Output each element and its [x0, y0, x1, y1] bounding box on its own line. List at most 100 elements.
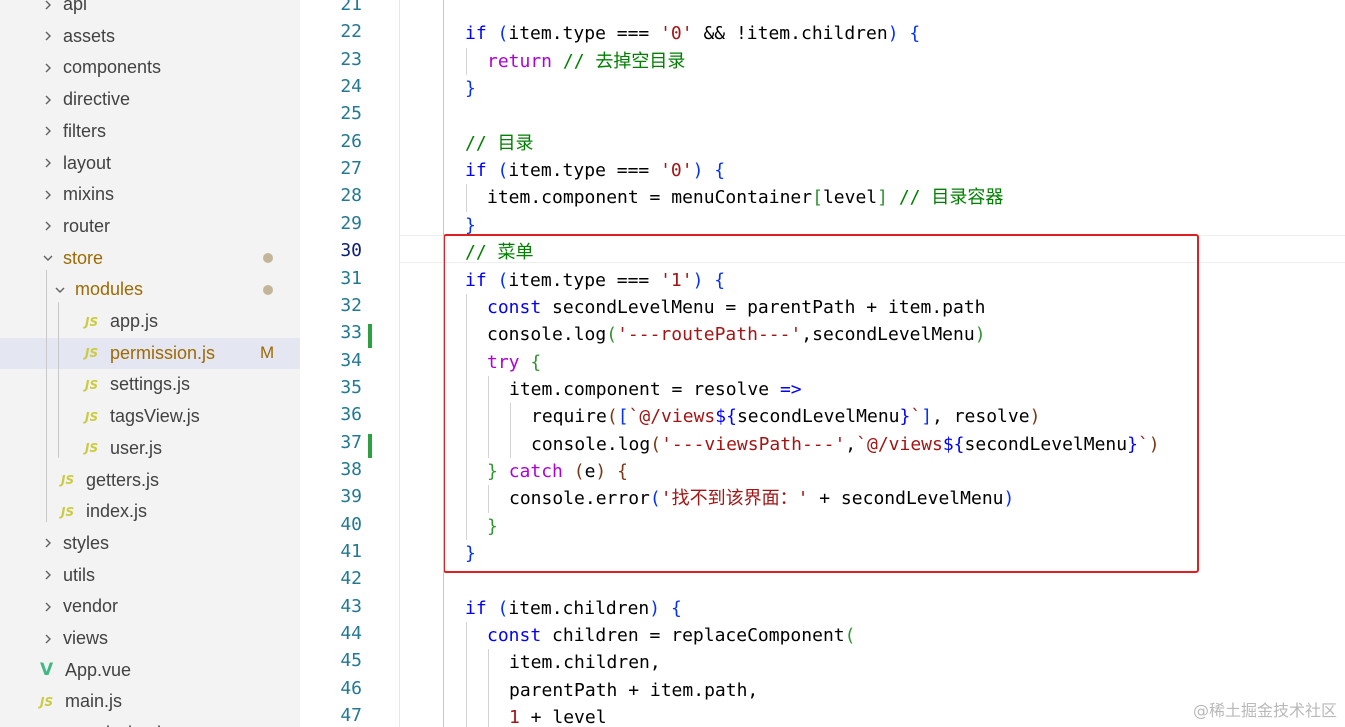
watermark: @稀土掘金技术社区: [1192, 701, 1337, 720]
code-line[interactable]: item.component = menuContainer[level] //…: [487, 184, 1003, 211]
vue-file-icon: V: [40, 660, 54, 681]
explorer-item-label: vendor: [63, 596, 119, 617]
chevron-down-icon[interactable]: [40, 248, 56, 268]
explorer-item-label: modules: [75, 279, 144, 300]
explorer-item[interactable]: assets: [0, 21, 300, 52]
explorer-item[interactable]: JS index.js: [0, 496, 300, 527]
chevron-right-icon[interactable]: [40, 565, 56, 585]
line-number: 47: [340, 705, 362, 727]
code-line[interactable]: const children = replaceComponent(: [487, 622, 855, 649]
chevron-right-icon[interactable]: [40, 185, 56, 205]
explorer-item[interactable]: layout: [0, 148, 300, 179]
code-token: ): [649, 597, 661, 619]
code-line[interactable]: item.children,: [509, 649, 661, 676]
explorer-item[interactable]: directive: [0, 84, 300, 115]
indent-guide: [466, 676, 467, 705]
code-line[interactable]: 1 + level: [509, 704, 607, 727]
indent-guide: [488, 430, 489, 458]
explorer-item[interactable]: vendor: [0, 591, 300, 622]
explorer-item[interactable]: JS permission.js M: [0, 337, 300, 369]
code-line[interactable]: // 目录: [465, 130, 534, 157]
explorer-item[interactable]: JS settings.js: [0, 369, 300, 400]
code-line[interactable]: }: [465, 75, 476, 102]
explorer-item-label: main.js: [65, 691, 123, 712]
explorer-item-label: router: [63, 215, 111, 236]
js-file-icon: JS: [85, 377, 99, 392]
code-line[interactable]: if (item.children) {: [465, 595, 682, 622]
explorer-item[interactable]: JSpermission.js: [0, 718, 300, 727]
chevron-right-icon[interactable]: [40, 26, 56, 46]
explorer-item[interactable]: filters: [0, 116, 300, 147]
explorer-item[interactable]: V App.vue: [0, 655, 300, 686]
code-token: item.children: [508, 597, 650, 619]
code-editor[interactable]: 21 22 23 24 25 26 27 28 29 30 31 32 33 34 35 36 37 38 39 40…: [300, 0, 1345, 727]
line-number: 30: [340, 240, 362, 262]
explorer-item[interactable]: store: [0, 243, 300, 274]
modified-dot: [263, 253, 273, 264]
code-line[interactable]: parentPath + item.path,: [509, 677, 758, 704]
indent-guide: [466, 622, 467, 650]
code-token: // 目录容器: [898, 187, 1004, 209]
chevron-down-icon[interactable]: [52, 280, 68, 300]
explorer-item-label: app.js: [110, 311, 159, 331]
chevron-right-icon[interactable]: [40, 90, 56, 110]
chevron-right-icon[interactable]: [40, 153, 56, 173]
indent-guide: [466, 348, 467, 376]
chevron-right-icon[interactable]: [40, 121, 56, 141]
indent-guide: [466, 184, 467, 212]
indent-guide: [510, 430, 511, 458]
line-number: 44: [340, 623, 362, 645]
explorer-item[interactable]: views: [0, 623, 300, 654]
chevron-right-icon[interactable]: [40, 0, 56, 15]
chevron-right-icon[interactable]: [40, 629, 56, 649]
file-explorer: api assets components directive filters layou…: [0, 0, 300, 727]
explorer-item[interactable]: api: [0, 0, 300, 20]
indent-guide: [488, 704, 489, 727]
code-line[interactable]: if (item.type === '0') {: [465, 157, 725, 184]
explorer-item[interactable]: router: [0, 211, 300, 242]
line-number: 38: [340, 458, 362, 480]
line-number: 26: [340, 130, 362, 152]
indent-guide: [466, 457, 467, 486]
chevron-right-icon[interactable]: [40, 216, 56, 236]
code-line[interactable]: return // 去掉空目录: [487, 48, 685, 75]
code-token: // 去掉空目录: [562, 50, 686, 72]
code-token: }: [465, 214, 476, 236]
line-number: 43: [340, 595, 362, 617]
explorer-item[interactable]: JS app.js: [0, 306, 300, 337]
indent-guide: [466, 375, 467, 404]
code-line[interactable]: if (item.type === '0' && !item.children)…: [465, 20, 920, 47]
line-number: 36: [340, 404, 362, 426]
explorer-item[interactable]: JS user.js: [0, 433, 300, 464]
chevron-right-icon[interactable]: [40, 58, 56, 78]
git-change-marker: [368, 324, 372, 349]
explorer-item[interactable]: utils: [0, 560, 300, 591]
explorer-item[interactable]: JS tagsView.js: [0, 401, 300, 432]
explorer-item-label: permission.js: [65, 723, 170, 727]
line-number: 31: [340, 267, 362, 289]
explorer-item[interactable]: JS getters.js: [0, 465, 300, 496]
indent-guide: [466, 47, 467, 76]
explorer-item[interactable]: components: [0, 52, 300, 83]
explorer-item[interactable]: mixins: [0, 179, 300, 210]
explorer-item-label: App.vue: [65, 659, 132, 680]
code-token: (: [497, 597, 509, 619]
code-token: (: [844, 625, 856, 647]
code-token: ]: [877, 187, 888, 209]
explorer-item-label: views: [63, 628, 109, 648]
explorer-item-label: mixins: [63, 184, 115, 205]
line-number: 42: [340, 568, 362, 590]
explorer-item[interactable]: styles: [0, 528, 300, 559]
chevron-right-icon[interactable]: [40, 533, 56, 553]
indent-guide: [488, 375, 489, 404]
explorer-item[interactable]: JS main.js: [0, 686, 300, 717]
line-number: 41: [340, 541, 362, 562]
explorer-item[interactable]: modules: [0, 274, 300, 305]
line-number: 40: [340, 513, 362, 535]
chevron-right-icon[interactable]: [40, 597, 56, 617]
code-token: ): [692, 160, 704, 182]
explorer-item-label: directive: [63, 89, 131, 110]
